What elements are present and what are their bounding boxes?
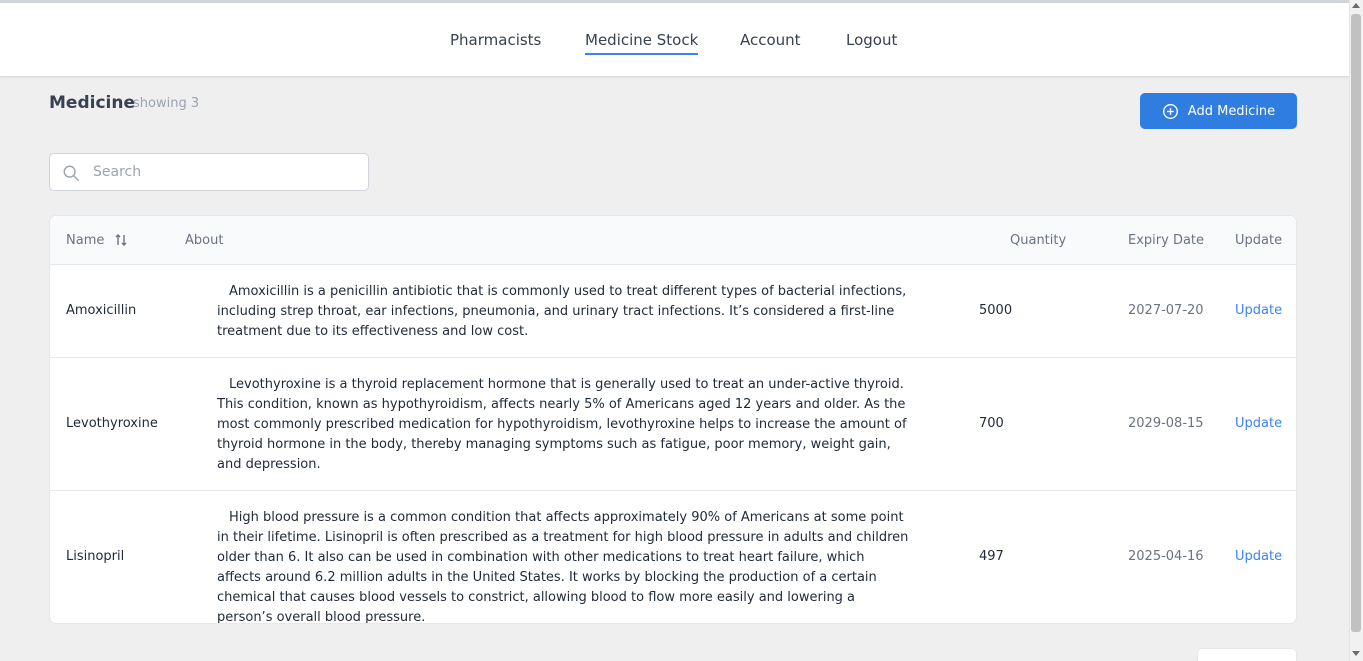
sort-icon[interactable] [115,234,127,247]
plus-circle-icon [1162,103,1178,119]
update-link[interactable]: Update [1235,549,1282,564]
medicine-table: Name About Quantity Expiry Date Update A… [49,215,1297,624]
medicine-quantity: 5000 [979,303,1013,318]
add-medicine-button[interactable]: Add Medicine [1140,93,1297,129]
medicine-about: High blood pressure is a common conditio… [217,510,909,624]
scrollbar-thumb[interactable] [1351,14,1361,632]
table-row: Amoxicillin Amoxicillin is a penicillin … [50,265,1296,358]
medicine-name: Lisinopril [66,549,125,564]
medicine-about: Amoxicillin is a penicillin antibiotic t… [217,284,907,339]
column-header-about: About [185,233,224,248]
table-row: Lisinopril High blood pressure is a comm… [50,491,1296,624]
nav-medicine-stock[interactable]: Medicine Stock [585,30,699,55]
nav-pharmacists[interactable]: Pharmacists [450,30,541,53]
medicine-name: Levothyroxine [66,416,158,431]
medicine-quantity: 700 [979,416,1004,431]
medicine-about: Levothyroxine is a thyroid replacement h… [217,377,907,472]
search-input[interactable] [93,160,353,184]
page-title: Medicine [49,93,135,113]
medicine-expiry: 2029-08-15 [1128,416,1204,431]
pagination-control[interactable] [1197,648,1297,661]
nav-account[interactable]: Account [740,30,801,53]
top-navbar: Pharmacists Medicine Stock Account Logou… [0,3,1349,77]
nav-logout[interactable]: Logout [846,30,897,53]
scroll-up-arrow-icon[interactable] [1352,3,1360,8]
column-header-name[interactable]: Name [66,233,104,248]
table-row: Levothyroxine Levothyroxine is a thyroid… [50,358,1296,491]
column-header-update: Update [1235,233,1283,248]
update-link[interactable]: Update [1235,303,1282,318]
search-icon [63,165,79,181]
medicine-expiry: 2027-07-20 [1128,303,1204,318]
medicine-expiry: 2025-04-16 [1128,549,1204,564]
medicine-name: Amoxicillin [66,303,137,318]
column-header-expiry: Expiry Date [1128,233,1205,248]
search-box [49,153,369,191]
column-header-quantity: Quantity [1010,233,1067,248]
medicine-quantity: 497 [979,549,1004,564]
update-link[interactable]: Update [1235,416,1282,431]
showing-count: showing 3 [133,96,200,111]
add-medicine-label: Add Medicine [1187,103,1276,119]
scroll-down-arrow-icon[interactable] [1352,651,1360,656]
table-header: Name About Quantity Expiry Date Update [50,216,1296,265]
